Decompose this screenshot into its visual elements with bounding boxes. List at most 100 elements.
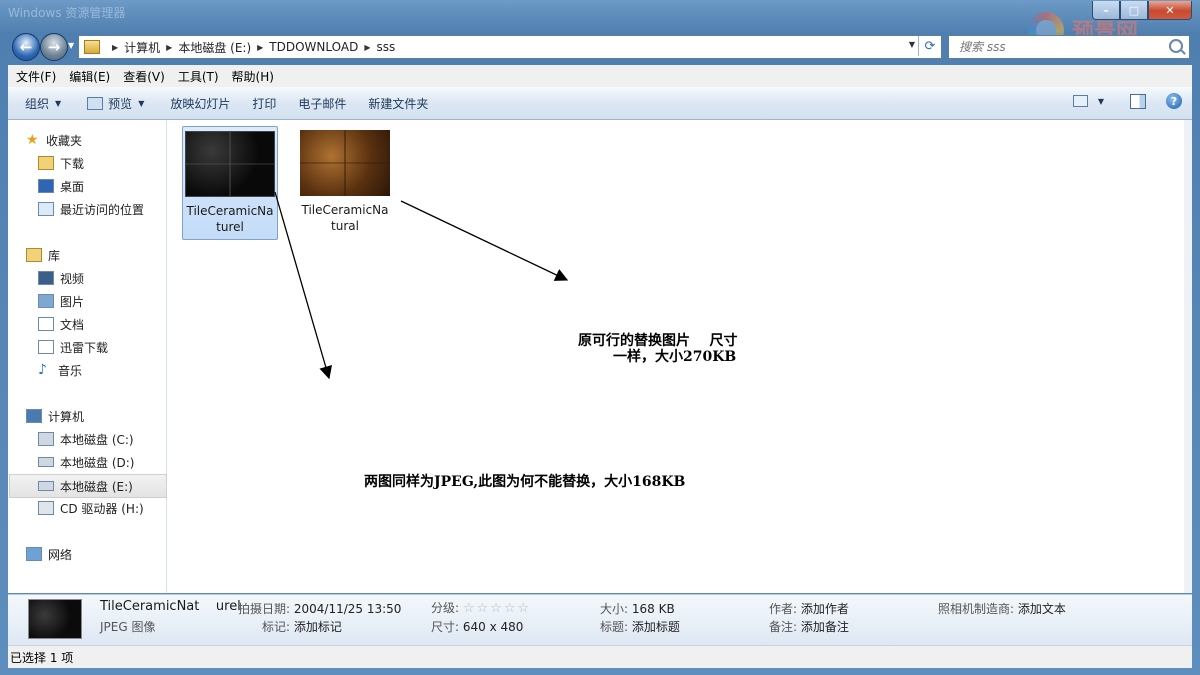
rating-stars-icon[interactable]: ☆☆☆☆☆ [463, 601, 531, 616]
nav-pictures[interactable]: 图片 [38, 290, 164, 312]
refresh-icon: ⟳ [924, 38, 936, 54]
title-label: 标题: [600, 620, 629, 634]
details-file-name: TileCeramicNat urel [100, 599, 241, 614]
slideshow-button[interactable]: 放映幻灯片 [161, 95, 239, 112]
nav-drive-e-label: 本地磁盘 (E:) [60, 479, 133, 494]
nav-recent[interactable]: 最近访问的位置 [38, 198, 164, 220]
tags-label: 标记: [262, 620, 291, 634]
breadcrumb-drive-e[interactable]: 本地磁盘 (E:) [178, 39, 257, 56]
breadcrumb-computer[interactable]: 计算机 [124, 39, 166, 56]
menu-help[interactable]: 帮助(H) [227, 68, 279, 85]
nav-computer[interactable]: 计算机 [26, 405, 164, 427]
address-dropdown-icon[interactable]: ▼ [909, 40, 915, 49]
breadcrumb-sss[interactable]: sss [377, 40, 402, 54]
breadcrumb: ▶ 计算机 ▶ 本地磁盘 (E:) ▶ TDDOWNLOAD ▶ sss [106, 39, 401, 56]
address-row: ← → ▼ ▶ 计算机 ▶ 本地磁盘 (E:) ▶ TDDOWNLOAD ▶ s… [0, 30, 1200, 63]
file-item[interactable]: TileCeramicNatural [298, 126, 392, 238]
rating-label: 分级: [431, 601, 460, 615]
refresh-button[interactable]: ⟳ [918, 36, 941, 56]
nav-documents-label: 文档 [60, 317, 85, 332]
menu-view[interactable]: 查看(V) [118, 68, 170, 85]
nav-drive-c[interactable]: 本地磁盘 (C:) [38, 428, 164, 450]
menu-tools[interactable]: 工具(T) [173, 68, 224, 85]
details-rating: 分级: ☆☆☆☆☆ [431, 599, 531, 616]
date-label: 拍摄日期: [238, 602, 291, 616]
breadcrumb-separator-icon[interactable]: ▶ [257, 43, 269, 52]
search-box [948, 35, 1190, 59]
email-button[interactable]: 电子邮件 [289, 95, 355, 112]
author-label: 作者: [769, 602, 798, 616]
command-bar: 组织 ▼ 预览 ▼ 放映幻灯片 打印 电子邮件 新建文件夹 ▼ ? [8, 87, 1192, 120]
nav-network[interactable]: 网络 [26, 543, 164, 565]
back-arrow-icon: ← [19, 38, 33, 56]
nav-downloads[interactable]: 下载 [38, 152, 164, 174]
nav-favorites[interactable]: ★ 收藏夹 [26, 129, 164, 151]
preview-pane-icon[interactable] [1130, 93, 1146, 109]
breadcrumb-separator-icon[interactable]: ▶ [112, 43, 124, 52]
menu-edit[interactable]: 编辑(E) [64, 68, 115, 85]
dimensions-value: 640 x 480 [462, 620, 524, 634]
nav-music-label: 音乐 [58, 363, 83, 378]
comment-value[interactable]: 添加备注 [801, 620, 849, 634]
size-label: 大小: [600, 602, 629, 616]
nav-drive-d[interactable]: 本地磁盘 (D:) [38, 451, 164, 473]
address-bar[interactable]: ▶ 计算机 ▶ 本地磁盘 (E:) ▶ TDDOWNLOAD ▶ sss ▼ ⟳ [78, 35, 942, 59]
preview-button[interactable]: 预览 ▼ [78, 95, 153, 112]
computer-icon [26, 409, 42, 423]
status-text: 已选择 1 项 [10, 650, 74, 665]
nav-desktop[interactable]: 桌面 [38, 175, 164, 197]
drive-icon [38, 457, 54, 467]
nav-drive-h-label: CD 驱动器 (H:) [60, 501, 144, 516]
star-icon: ★ [26, 132, 39, 148]
file-name: TileCeramicNaturel [186, 204, 274, 234]
breadcrumb-separator-icon[interactable]: ▶ [364, 43, 376, 52]
navigation-pane: ★ 收藏夹 下载 桌面 最近访问的位置 库 视频 图片 文档 迅雷下载 ♪ 音乐… [8, 120, 167, 593]
print-button[interactable]: 打印 [243, 95, 285, 112]
nav-drive-h[interactable]: CD 驱动器 (H:) [38, 497, 164, 519]
document-icon [38, 317, 54, 331]
nav-music[interactable]: ♪ 音乐 [38, 359, 164, 381]
dimensions-label: 尺寸: [431, 620, 460, 634]
video-icon [38, 271, 54, 285]
vertical-scrollbar[interactable] [1184, 120, 1192, 593]
help-icon[interactable]: ? [1166, 93, 1182, 109]
details-size: 大小: 168 KB [600, 600, 675, 617]
tags-value[interactable]: 添加标记 [294, 620, 342, 634]
nav-videos[interactable]: 视频 [38, 267, 164, 289]
title-value[interactable]: 添加标题 [632, 620, 680, 634]
nav-thunder[interactable]: 迅雷下载 [38, 336, 164, 358]
nav-drive-e[interactable]: 本地磁盘 (E:) [9, 474, 167, 498]
nav-libraries[interactable]: 库 [26, 244, 164, 266]
menu-bar: 文件(F) 编辑(E) 查看(V) 工具(T) 帮助(H) [8, 65, 1192, 87]
forward-button[interactable]: → [40, 33, 68, 61]
explorer-window: Windows 资源管理器 – □ ✕ 预景网 ← → ▼ ▶ 计算机 ▶ 本地… [0, 0, 1200, 675]
change-view-icon[interactable] [1072, 95, 1088, 107]
breadcrumb-separator-icon[interactable]: ▶ [166, 43, 178, 52]
menu-file[interactable]: 文件(F) [11, 68, 61, 85]
camera-maker-label: 照相机制造商: [938, 602, 1015, 616]
details-comments: 备注: 添加备注 [769, 618, 849, 635]
details-pane: TileCeramicNat urel JPEG 图像 拍摄日期: 2004/1… [8, 594, 1192, 645]
author-value[interactable]: 添加作者 [801, 602, 849, 616]
status-bar: 已选择 1 项 [8, 645, 1192, 668]
camera-maker-value[interactable]: 添加文本 [1018, 602, 1066, 616]
picture-icon [38, 294, 54, 308]
organize-button[interactable]: 组织 ▼ [16, 95, 70, 112]
new-folder-button[interactable]: 新建文件夹 [359, 95, 437, 112]
view-dropdown-icon[interactable]: ▼ [1098, 97, 1104, 106]
details-file-type: JPEG 图像 [100, 620, 156, 634]
search-icon[interactable] [1169, 39, 1183, 53]
chevron-down-icon: ▼ [55, 98, 62, 108]
file-list: TileCeramicNaturel TileCeramicNatural 原可… [167, 120, 1184, 593]
search-input[interactable] [957, 39, 1161, 55]
file-name: TileCeramicNatural [301, 203, 389, 233]
breadcrumb-tddownload[interactable]: TDDOWNLOAD [269, 40, 364, 54]
details-author: 作者: 添加作者 [769, 600, 849, 617]
recent-pages-dropdown-icon[interactable]: ▼ [68, 41, 74, 50]
nav-documents[interactable]: 文档 [38, 313, 164, 335]
back-button[interactable]: ← [12, 33, 40, 61]
file-thumbnail [300, 130, 390, 196]
file-item[interactable]: TileCeramicNaturel [182, 126, 278, 240]
preview-label: 预览 [108, 96, 133, 111]
nav-favorites-label: 收藏夹 [46, 133, 83, 148]
